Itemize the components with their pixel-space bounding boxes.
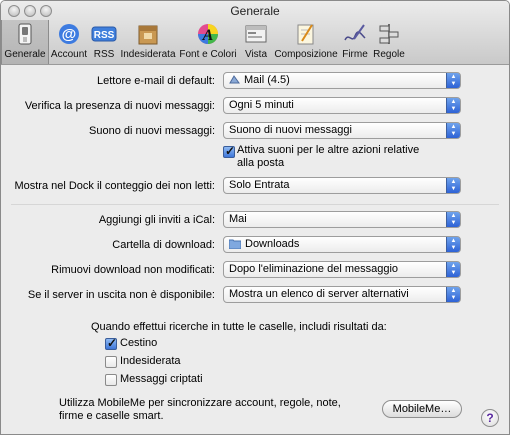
search-encrypted-checkbox[interactable]: [105, 374, 117, 386]
search-junk-label: Indesiderata: [120, 355, 181, 367]
search-junk-checkbox[interactable]: [105, 356, 117, 368]
at-sign-icon: @: [59, 24, 79, 44]
default-reader-popup[interactable]: Mail (4.5) ▲ ▼: [223, 72, 461, 89]
tab-font-e-colori[interactable]: A Font e Colori: [177, 20, 239, 64]
remove-downloads-popup[interactable]: Dopo l'eliminazione del messaggio ▲ ▼: [223, 261, 461, 278]
remove-downloads-label: Rimuovi download non modificati:: [51, 264, 215, 276]
title-bar: Generale Generale @ Account RSS RSS Inde…: [1, 1, 509, 65]
search-heading: Quando effettui ricerche in tutte le cas…: [91, 321, 387, 333]
mobileme-text-line1: Utilizza MobileMe per sincronizzare acco…: [59, 397, 341, 409]
new-sound-label: Suono di nuovi messaggi:: [89, 125, 215, 137]
help-button[interactable]: ?: [481, 409, 499, 427]
font-colors-icon: A: [198, 24, 218, 44]
check-new-label: Verifica la presenza di nuovi messaggi:: [24, 100, 215, 112]
dock-unread-label: Mostra nel Dock il conteggio dei non let…: [14, 180, 215, 192]
view-icon: [245, 25, 267, 43]
tab-generale[interactable]: Generale: [1, 20, 49, 64]
server-unavailable-label: Se il server in uscita non è disponibile…: [27, 289, 215, 301]
mail-app-icon: [229, 75, 240, 84]
play-sounds-label-line2: alla posta: [237, 157, 285, 169]
search-encrypted-label: Messaggi criptati: [120, 373, 203, 385]
svg-text:@: @: [62, 26, 77, 43]
popup-arrows-icon: ▲ ▼: [446, 178, 460, 193]
popup-arrows-icon: ▲ ▼: [446, 212, 460, 227]
folder-icon: [229, 239, 241, 249]
compose-icon: [297, 24, 314, 45]
tab-firme[interactable]: Firme: [339, 20, 371, 64]
signature-icon: [344, 24, 366, 41]
popup-arrows-icon: ▲ ▼: [446, 98, 460, 113]
check-new-popup[interactable]: Ogni 5 minuti ▲ ▼: [223, 97, 461, 114]
junk-mail-icon: [138, 25, 158, 45]
mobileme-button[interactable]: MobileMe…: [382, 400, 462, 418]
mobileme-text-line2: firme e caselle smart.: [59, 410, 164, 422]
popup-arrows-icon: ▲ ▼: [446, 287, 460, 302]
play-sounds-checkbox[interactable]: ✓: [223, 144, 236, 158]
dock-unread-popup[interactable]: Solo Entrata ▲ ▼: [223, 177, 461, 194]
server-unavailable-popup[interactable]: Mostra un elenco di server alternativi ▲…: [223, 286, 461, 303]
default-reader-label: Lettore e-mail di default:: [96, 75, 215, 87]
checkmark-icon: ✓: [225, 144, 236, 158]
separator: [11, 204, 499, 205]
window-title: Generale: [230, 4, 280, 18]
preferences-window: Generale Generale @ Account RSS RSS Inde…: [0, 0, 510, 435]
tab-rss[interactable]: RSS RSS: [89, 20, 119, 64]
tab-composizione[interactable]: Composizione: [273, 20, 339, 64]
search-trash-label: Cestino: [120, 337, 158, 349]
add-invites-label: Aggiungi gli inviti a iCal:: [98, 214, 215, 226]
rss-icon: RSS: [91, 26, 117, 42]
play-sounds-label-line1: Attiva suoni per le altre azioni relativ…: [237, 144, 420, 156]
add-invites-popup[interactable]: Mai ▲ ▼: [223, 211, 461, 228]
tab-vista[interactable]: Vista: [239, 20, 273, 64]
popup-arrows-icon: ▲ ▼: [446, 237, 460, 252]
switch-icon: [18, 23, 32, 45]
download-folder-label: Cartella di download:: [112, 239, 215, 251]
tab-regole[interactable]: Regole: [371, 20, 407, 64]
svg-text:A: A: [202, 27, 214, 44]
search-trash-checkbox[interactable]: ✓: [105, 336, 118, 350]
svg-text:RSS: RSS: [94, 30, 115, 41]
checkmark-icon: ✓: [107, 336, 118, 350]
popup-arrows-icon: ▲ ▼: [446, 262, 460, 277]
rules-icon: [379, 24, 399, 44]
new-sound-popup[interactable]: Suono di nuovi messaggi ▲ ▼: [223, 122, 461, 139]
tab-account[interactable]: @ Account: [49, 20, 89, 64]
download-folder-popup[interactable]: Downloads ▲ ▼: [223, 236, 461, 253]
popup-arrows-icon: ▲ ▼: [446, 73, 460, 88]
popup-arrows-icon: ▲ ▼: [446, 123, 460, 138]
tab-indesiderata[interactable]: Indesiderata: [119, 20, 177, 64]
